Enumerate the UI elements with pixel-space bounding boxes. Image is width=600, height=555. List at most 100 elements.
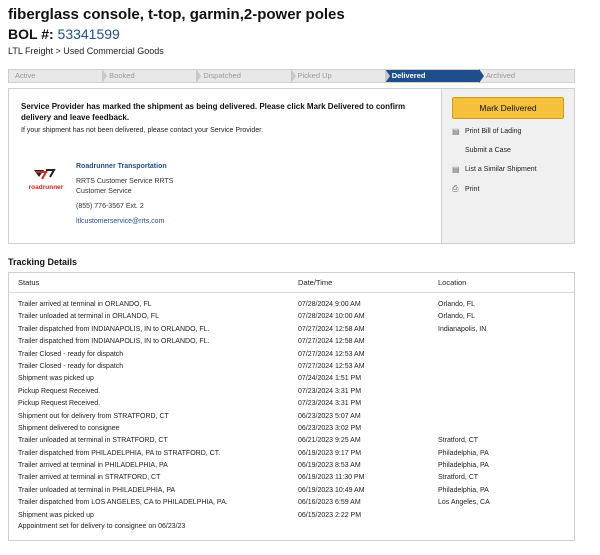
step-picked-up: Picked Up: [292, 69, 390, 83]
row-datetime: 06/19/2023 10:49 AM: [298, 486, 365, 494]
row-status: Trailer unloaded at terminal in PHILADEL…: [18, 486, 176, 494]
table-row: Trailer arrived at terminal in ORLANDO, …: [9, 299, 574, 311]
print-bol-action[interactable]: ▤ Print Bill of Lading: [452, 127, 521, 136]
row-datetime: 06/19/2023 11:30 PM: [298, 474, 365, 482]
delivery-message: Service Provider has marked the shipment…: [21, 102, 406, 122]
row-status: Trailer arrived at terminal in ORLANDO, …: [18, 301, 152, 308]
table-row: Trailer arrived at terminal in STRATFORD…: [9, 472, 574, 484]
row-datetime: 06/23/2023 5:07 AM: [298, 412, 361, 420]
table-row: Trailer dispatched from INDIANAPOLIS, IN…: [9, 324, 574, 336]
col-datetime: Date/Time: [298, 278, 333, 287]
provider-card: Service Provider has marked the shipment…: [8, 88, 575, 244]
print-action[interactable]: ⎙ Print: [452, 184, 479, 194]
col-status: Status: [18, 278, 40, 287]
bol-line: BOL #: 53341599: [8, 26, 120, 42]
table-row: Trailer Closed - ready for dispatch 07/27…: [9, 349, 574, 361]
row-status: Trailer unloaded at terminal in STRATFOR…: [18, 437, 168, 445]
row-datetime: 07/28/2024 9:00 AM: [298, 301, 361, 308]
bol-label: BOL #:: [8, 26, 54, 42]
row-status: Shipment was picked up: [18, 375, 94, 383]
shipment-progress: Active Booked Dispatched Picked Up Deliv…: [8, 69, 575, 83]
table-row: Trailer unloaded at terminal in STRATFOR…: [9, 435, 574, 447]
row-datetime: 07/27/2024 12:53 AM: [298, 362, 365, 370]
row-datetime: 07/28/2024 10:00 AM: [298, 313, 365, 321]
table-row: Trailer dispatched from LOS ANGELES, CA …: [9, 497, 574, 509]
row-status: Trailer dispatched from INDIANAPOLIS, IN…: [18, 325, 210, 333]
row-datetime: 07/24/2024 1:51 PM: [298, 375, 362, 383]
row-location: Stratford, CT: [438, 437, 479, 445]
actions-panel: Mark Delivered ▤ Print Bill of Lading Su…: [441, 89, 574, 243]
table-row: Shipment delivered to consignee 06/23/202…: [9, 423, 574, 435]
provider-name[interactable]: Roadrunner Transportation: [76, 162, 173, 172]
row-status: Shipment delivered to consignee: [18, 424, 120, 432]
step-active: Active: [9, 69, 108, 83]
submit-case-label: Submit a Case: [465, 147, 511, 154]
table-row: Trailer unloaded at terminal in PHILADEL…: [9, 485, 574, 497]
table-row: Trailer Closed - ready for dispatch 07/27…: [9, 361, 574, 373]
row-location: Indianapolis, IN: [438, 325, 487, 333]
table-row: Trailer unloaded at terminal in ORLANDO,…: [9, 311, 574, 323]
row-datetime: 07/27/2024 12:58 AM: [298, 325, 365, 333]
row-location: Stratford, CT: [438, 474, 479, 482]
list-similar-action[interactable]: ▤ List a Similar Shipment: [452, 165, 537, 174]
page-title: fiberglass console, t-top, garmin,2-powe…: [8, 6, 345, 23]
row-status: Trailer unloaded at terminal in ORLANDO,…: [18, 313, 159, 321]
provider-line-2: Customer Service: [76, 188, 132, 195]
list-similar-label: List a Similar Shipment: [465, 166, 537, 173]
row-datetime: 07/23/2024 3:31 PM: [298, 400, 362, 408]
delivery-sub-message: If your shipment has not been delivered,…: [21, 127, 264, 134]
row-datetime: 06/21/2023 9:25 AM: [298, 437, 361, 445]
row-datetime: 06/23/2023 3:02 PM: [298, 424, 362, 432]
row-datetime: 06/19/2023 9:17 PM: [298, 449, 362, 457]
row-datetime: 06/15/2023 2:22 PM: [298, 511, 362, 519]
row-datetime: 07/23/2024 3:31 PM: [298, 387, 362, 395]
col-location: Location: [438, 278, 467, 287]
tracking-heading: Tracking Details: [8, 257, 78, 267]
printer-icon: ⎙: [452, 184, 459, 193]
provider-card-main: Service Provider has marked the shipment…: [9, 89, 441, 243]
print-label: Print: [465, 185, 480, 193]
row-status: Trailer arrived at terminal in STRATFORD…: [18, 474, 161, 482]
provider-phone: (855) 776-3567 Ext. 2: [76, 203, 144, 210]
bol-number: 53341599: [57, 26, 120, 42]
row-status: Trailer dispatched from PHILADELPHIA, PA…: [18, 449, 221, 457]
table-row: Trailer dispatched from INDIANAPOLIS, IN…: [9, 336, 574, 348]
row-location: Los Angeles, CA: [438, 499, 490, 507]
document-icon: ▤: [452, 127, 460, 136]
row-location: Philadelphia, PA: [438, 486, 489, 494]
row-datetime: 07/27/2024 12:58 AM: [298, 338, 365, 346]
step-dispatched: Dispatched: [197, 69, 296, 83]
provider-email-link[interactable]: ltlcustomerservice@rrts.com: [76, 217, 173, 227]
provider-info: Roadrunner Transportation RRTS Customer …: [76, 162, 173, 227]
row-status: Shipment out for delivery from STRATFORD…: [18, 412, 169, 420]
provider-line-1: RRTS Customer Service RRTS: [76, 178, 174, 185]
row-status: Shipment was picked up: [18, 511, 94, 519]
tracking-table: Status Date/Time Location Trailer arrive…: [8, 272, 575, 541]
breadcrumb: LTL Freight > Used Commercial Goods: [8, 46, 164, 56]
step-booked: Booked: [103, 69, 202, 83]
tracking-table-header: Status Date/Time Location: [9, 273, 574, 293]
row-status: Trailer arrived at terminal in PHILADELP…: [18, 462, 168, 470]
print-bol-label: Print Bill of Lading: [465, 128, 522, 135]
step-delivered: Delivered: [385, 69, 485, 83]
table-row: Pickup Request Received. 07/23/2024 3:31 …: [9, 398, 574, 410]
row-datetime: 07/27/2024 12:53 AM: [298, 350, 365, 358]
row-status: Pickup Request Received.: [18, 387, 101, 395]
row-location: Orlando, FL: [438, 313, 475, 321]
logo-wordmark: roadrunner: [29, 184, 64, 191]
submit-case-action[interactable]: Submit a Case: [452, 147, 511, 154]
row-location: Philadelphia, PA: [438, 462, 489, 470]
row-location: Philadelphia, PA: [438, 449, 489, 457]
row-status: Trailer Closed - ready for dispatch: [18, 362, 124, 370]
roadrunner-logo: roadrunner: [29, 169, 64, 191]
table-row: Trailer dispatched from PHILADELPHIA, PA…: [9, 448, 574, 460]
row-status: Trailer dispatched from LOS ANGELES, CA …: [18, 499, 228, 507]
table-row: Pickup Request Received. 07/23/2024 3:31 …: [9, 386, 574, 398]
mark-delivered-button[interactable]: Mark Delivered: [452, 97, 564, 119]
row-datetime: 06/19/2023 8:53 AM: [298, 462, 361, 470]
row-status: Pickup Request Received.: [18, 400, 101, 408]
table-row: Shipment was picked up 06/15/2023 2:22 PM: [9, 510, 574, 522]
table-row: Shipment out for delivery from STRATFORD…: [9, 411, 574, 423]
row-status: Trailer Closed - ready for dispatch: [18, 350, 124, 358]
step-archived: Archived: [485, 71, 516, 80]
